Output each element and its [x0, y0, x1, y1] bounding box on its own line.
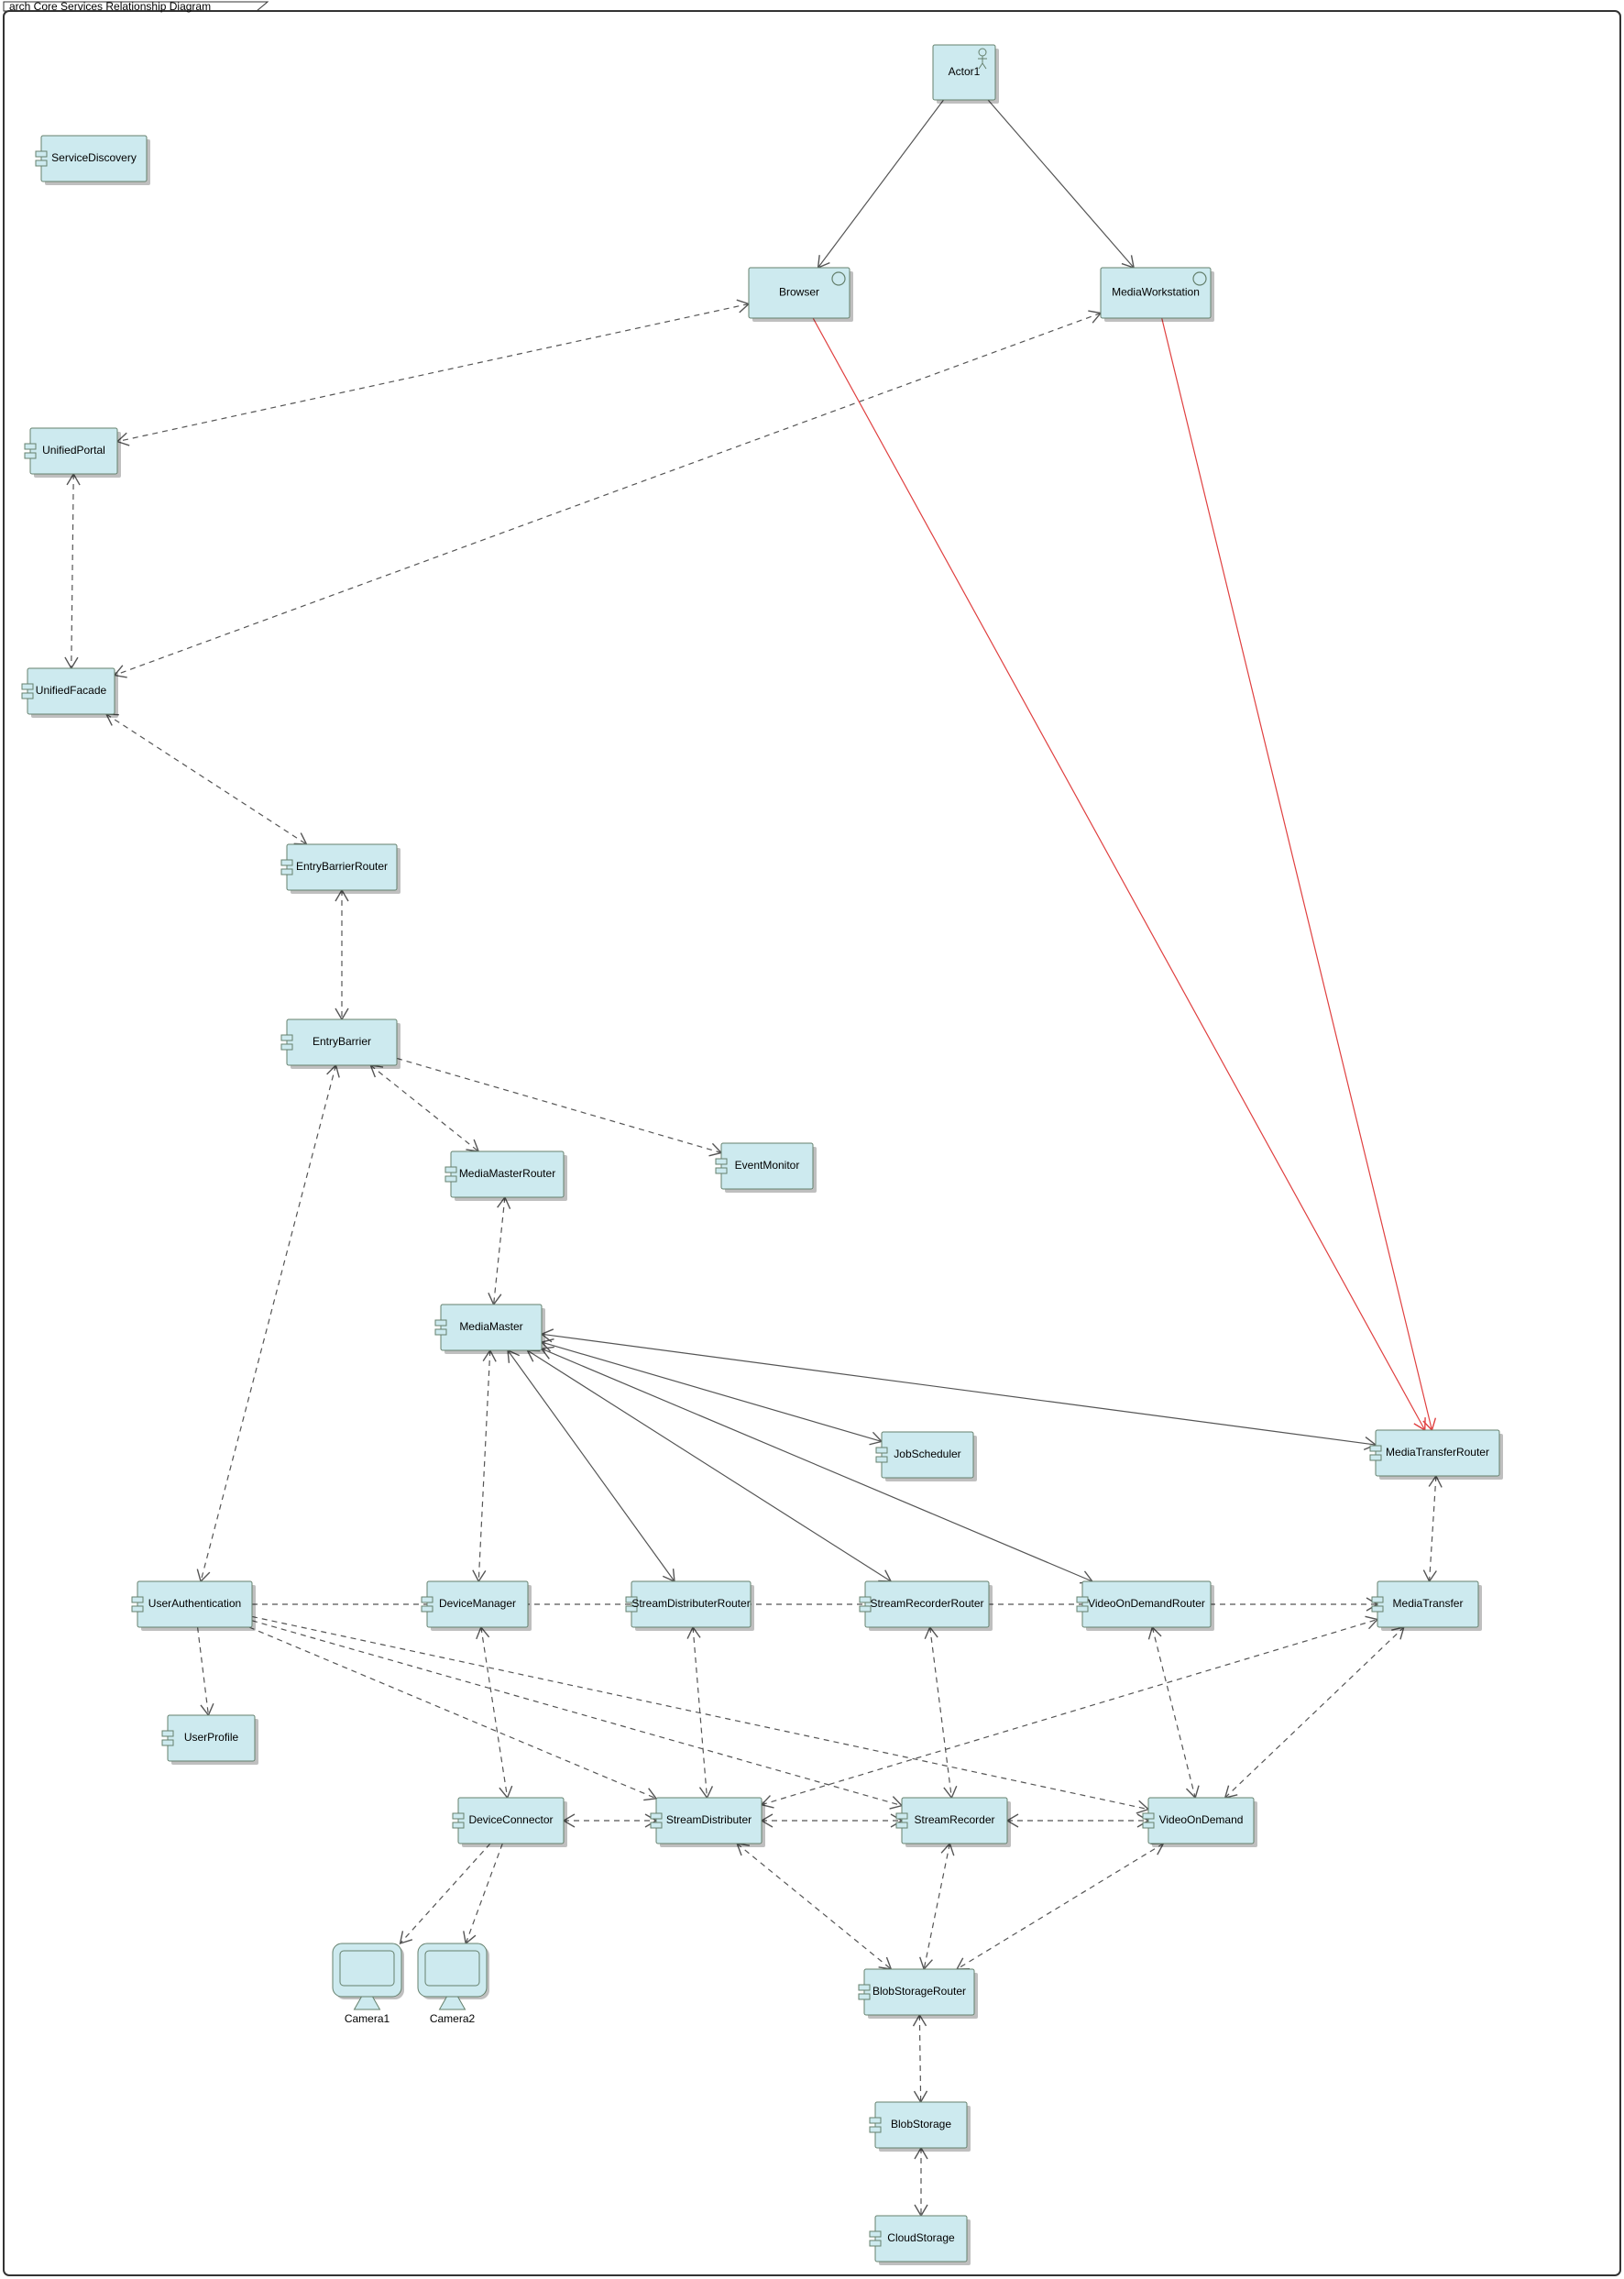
- edge-StreamDistributer-BlobStorageRouter: [737, 1844, 891, 1969]
- edge-StreamDistributer-MediaTransfer: [762, 1616, 1377, 1808]
- edge-EntryBarrier-MediaMasterRouter: [370, 1065, 478, 1151]
- node-label: BlobStorage: [891, 2118, 951, 2130]
- edge-UserAuthentication-StreamDistributer: [249, 1627, 656, 1800]
- edge-MediaMaster-StreamRecorderRouter: [527, 1350, 891, 1581]
- node-label: EventMonitor: [735, 1159, 800, 1172]
- node-label: Browser: [779, 286, 819, 299]
- edge-Actor1-Browser: [818, 100, 944, 268]
- node-label: MediaMaster: [459, 1320, 522, 1333]
- node-label: StreamRecorderRouter: [870, 1597, 983, 1610]
- node-StreamRecorder[interactable]: StreamRecorder: [896, 1798, 1011, 1847]
- node-VideoOnDemandRouter[interactable]: VideoOnDemandRouter: [1077, 1581, 1214, 1631]
- node-label: StreamDistributerRouter: [631, 1597, 750, 1610]
- node-label: StreamDistributer: [666, 1813, 752, 1826]
- node-VideoOnDemand[interactable]: VideoOnDemand: [1143, 1798, 1257, 1847]
- node-DeviceManager[interactable]: DeviceManager: [422, 1581, 532, 1631]
- edge-UnifiedFacade-EntryBarrierRouter: [106, 714, 307, 844]
- node-label: MediaMasterRouter: [459, 1167, 555, 1180]
- nodes-layer: ServiceDiscovery UnifiedPortal UnifiedFaca…: [22, 45, 1503, 2265]
- node-label: MediaWorkstation: [1112, 286, 1200, 299]
- edge-VideoOnDemand-BlobStorageRouter: [957, 1844, 1163, 1969]
- node-EntryBarrierRouter[interactable]: EntryBarrierRouter: [281, 844, 401, 894]
- edge-StreamDistributerRouter-StreamDistributer: [687, 1627, 712, 1798]
- node-MediaTransferRouter[interactable]: MediaTransferRouter: [1370, 1430, 1503, 1480]
- diagram-title: arch Core Services Relationship Diagram: [9, 0, 211, 13]
- edge-VideoOnDemandRouter-VideoOnDemand: [1148, 1627, 1199, 1798]
- node-ServiceDiscovery[interactable]: ServiceDiscovery: [36, 136, 150, 185]
- node-BlobStorage[interactable]: BlobStorage: [870, 2102, 971, 2152]
- node-Browser[interactable]: Browser: [749, 268, 853, 322]
- node-label: DeviceManager: [439, 1597, 516, 1610]
- edge-UserAuthentication-StreamRecorder: [252, 1621, 902, 1809]
- node-UserProfile[interactable]: UserProfile: [162, 1715, 258, 1765]
- diagram-canvas: arch Core Services Relationship Diagram S…: [0, 0, 1624, 2279]
- edge-MediaMaster-VideoOnDemandRouter: [542, 1347, 1092, 1582]
- node-label: ServiceDiscovery: [51, 151, 137, 164]
- node-UnifiedPortal[interactable]: UnifiedPortal: [25, 428, 121, 478]
- edge-StreamDistributer-StreamRecorder: [762, 1814, 902, 1827]
- edge-BlobStorageRouter-BlobStorage: [914, 2015, 927, 2102]
- edge-EntryBarrier-UserAuthentication: [197, 1065, 339, 1581]
- edge-EntryBarrierRouter-EntryBarrier: [335, 890, 348, 1019]
- node-CloudStorage[interactable]: CloudStorage: [870, 2216, 971, 2265]
- node-MediaMasterRouter[interactable]: MediaMasterRouter: [445, 1151, 567, 1201]
- node-label: BlobStorageRouter: [872, 1985, 966, 1998]
- node-label: Camera2: [430, 2012, 476, 2025]
- node-label: MediaTransferRouter: [1386, 1446, 1489, 1459]
- node-MediaMaster[interactable]: MediaMaster: [435, 1305, 545, 1354]
- node-DeviceConnector[interactable]: DeviceConnector: [453, 1798, 567, 1847]
- edge-MediaWorkstation-MediaTransferRouter: [1162, 318, 1436, 1430]
- edge-StreamRecorderRouter-StreamRecorder: [925, 1627, 957, 1798]
- edge-UnifiedPortal-UnifiedFacade: [65, 474, 80, 668]
- edge-StreamRecorder-VideoOnDemand: [1007, 1814, 1148, 1827]
- node-label: UnifiedFacade: [36, 684, 107, 697]
- node-MediaWorkstation[interactable]: MediaWorkstation: [1101, 268, 1214, 322]
- edge-DeviceManager-DeviceConnector: [477, 1627, 512, 1798]
- edge-UserAuthentication-UserProfile: [198, 1627, 214, 1715]
- node-StreamDistributerRouter[interactable]: StreamDistributerRouter: [626, 1581, 754, 1631]
- node-label: MediaTransfer: [1393, 1597, 1464, 1610]
- edge-Browser-MediaTransferRouter: [813, 318, 1425, 1430]
- node-EntryBarrier[interactable]: EntryBarrier: [281, 1019, 401, 1069]
- edge-VideoOnDemand-MediaTransfer: [1225, 1627, 1404, 1798]
- node-label: UnifiedPortal: [42, 444, 105, 457]
- node-label: EntryBarrier: [313, 1035, 371, 1048]
- node-label: UserProfile: [184, 1731, 239, 1744]
- node-label: Camera1: [345, 2012, 390, 2025]
- edge-Browser-UnifiedPortal: [117, 300, 749, 446]
- node-JobScheduler[interactable]: JobScheduler: [876, 1432, 977, 1481]
- node-Camera2[interactable]: Camera2: [418, 1943, 489, 2025]
- node-EventMonitor[interactable]: EventMonitor: [716, 1143, 817, 1193]
- edge-UserAuthentication-VideoOnDemand: [252, 1616, 1148, 1813]
- node-MediaTransfer[interactable]: MediaTransfer: [1372, 1581, 1482, 1631]
- node-label: CloudStorage: [887, 2231, 955, 2244]
- edge-BlobStorage-CloudStorage: [915, 2148, 927, 2216]
- edge-MediaMasterRouter-MediaMaster: [488, 1197, 510, 1305]
- edge-MediaWorkstation-UnifiedFacade: [115, 311, 1101, 677]
- node-label: VideoOnDemandRouter: [1088, 1597, 1205, 1610]
- edge-EntryBarrier-EventMonitor: [397, 1058, 721, 1155]
- edge-MediaTransferRouter-MediaTransfer: [1423, 1476, 1442, 1581]
- edge-MediaMaster-StreamDistributerRouter: [508, 1350, 675, 1581]
- node-label: EntryBarrierRouter: [296, 860, 388, 873]
- edge-DeviceConnector-Camera2: [464, 1844, 503, 1943]
- node-label: StreamRecorder: [914, 1813, 994, 1826]
- edge-DeviceConnector-StreamDistributer: [564, 1814, 656, 1827]
- node-Camera1[interactable]: Camera1: [333, 1943, 404, 2025]
- node-Actor1[interactable]: Actor1: [933, 45, 999, 104]
- edge-Actor1-MediaWorkstation: [988, 100, 1134, 268]
- node-label: VideoOnDemand: [1159, 1813, 1244, 1826]
- node-label: Actor1: [949, 65, 981, 78]
- edge-StreamRecorder-BlobStorageRouter: [920, 1844, 954, 1969]
- node-label: JobScheduler: [894, 1448, 960, 1460]
- node-StreamDistributer[interactable]: StreamDistributer: [651, 1798, 765, 1847]
- edge-DeviceConnector-Camera1: [401, 1844, 490, 1943]
- node-StreamRecorderRouter[interactable]: StreamRecorderRouter: [860, 1581, 993, 1631]
- node-UserAuthentication[interactable]: UserAuthentication: [132, 1581, 256, 1631]
- edge-MediaMaster-DeviceManager: [473, 1350, 496, 1581]
- node-BlobStorageRouter[interactable]: BlobStorageRouter: [859, 1969, 978, 2019]
- node-UnifiedFacade[interactable]: UnifiedFacade: [22, 668, 118, 718]
- node-label: DeviceConnector: [468, 1813, 553, 1826]
- node-label: UserAuthentication: [148, 1597, 241, 1610]
